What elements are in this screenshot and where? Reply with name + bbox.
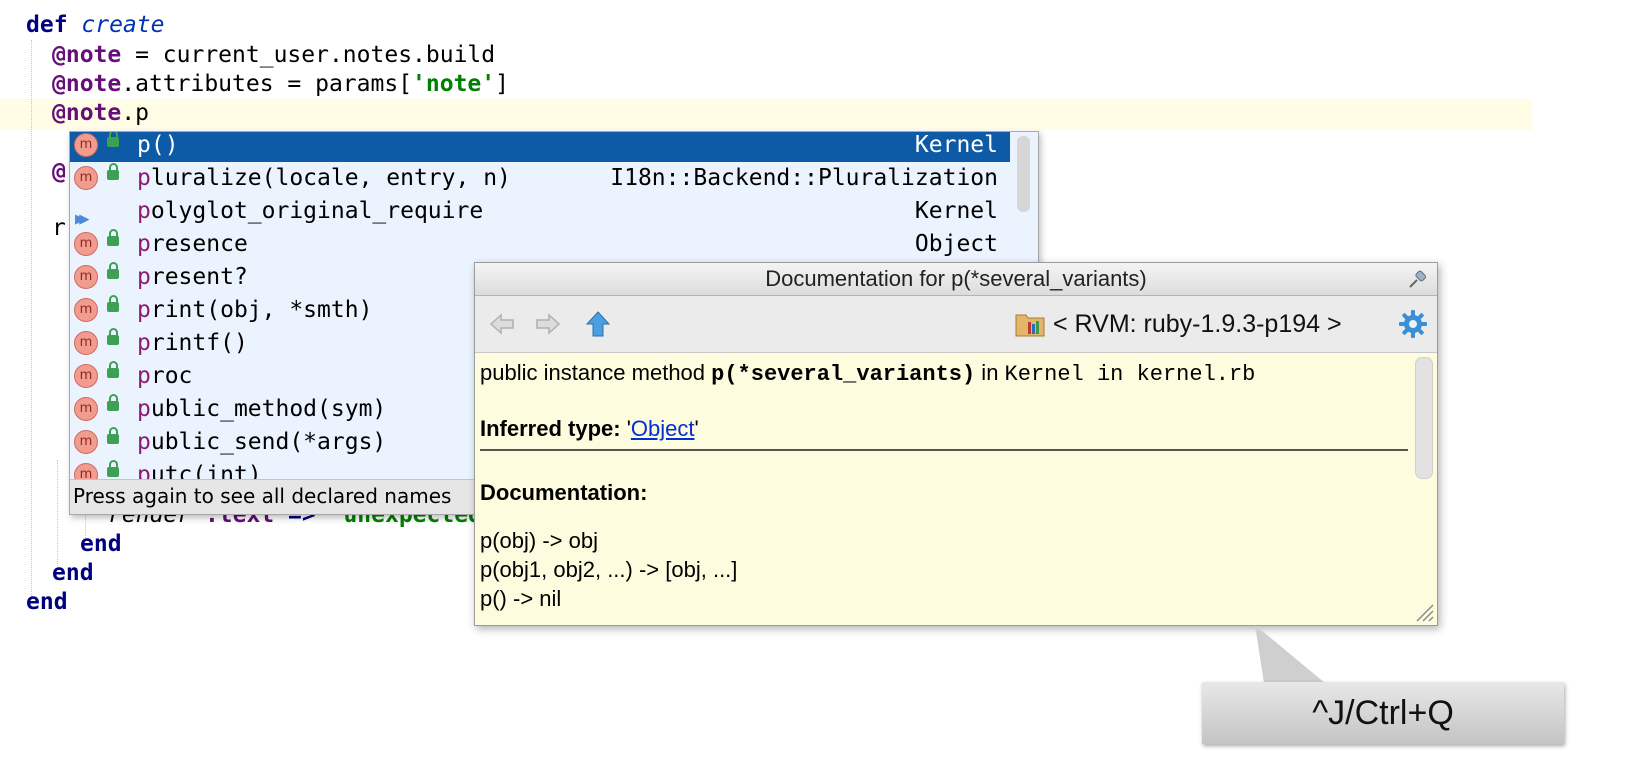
code-token: @note: [52, 71, 122, 97]
quote-open: ': [620, 416, 631, 441]
completion-hint: Press again to see all declared names: [73, 484, 452, 508]
code-token: @note: [52, 42, 122, 68]
doc-line: p() -> nil: [480, 586, 562, 611]
code-line: @note = current_user.notes.build: [52, 40, 495, 70]
public-lock-icon: [107, 361, 119, 378]
completion-item-name: public_method(sym): [137, 396, 387, 422]
method-icon: m: [74, 331, 98, 355]
doc-divider: [480, 449, 1408, 451]
method-icon: m: [74, 232, 98, 256]
public-lock-icon: [107, 163, 119, 180]
completion-item-name: pluralize(locale, entry, n): [137, 165, 511, 191]
method-icon: m: [74, 298, 98, 322]
code-line: end: [80, 529, 122, 559]
completion-item-type: Kernel: [914, 132, 998, 158]
shortcut-label: ^J/Ctrl+Q: [1312, 694, 1454, 732]
method-icon: m: [74, 364, 98, 388]
doc-content: public instance method p(*several_varian…: [475, 353, 1413, 625]
method-icon: m: [74, 166, 98, 190]
public-lock-icon: [107, 328, 119, 345]
completion-item[interactable]: m pluralize(locale, entry, n) I18n::Backen…: [70, 161, 1010, 195]
completion-scrollbar[interactable]: [1017, 136, 1030, 212]
documentation-popup[interactable]: Documentation for p(*several_variants) <…: [474, 262, 1438, 626]
code-token: ]: [495, 71, 509, 97]
completion-item-name: p(): [137, 132, 179, 158]
completion-item-type: I18n::Backend::Pluralization: [610, 165, 998, 191]
completion-item[interactable]: ▶▶ polyglot_original_require Kernel: [70, 194, 1010, 229]
code-token: r: [52, 215, 66, 241]
indent-guide: [57, 460, 58, 570]
completion-item-name: proc: [137, 363, 193, 389]
completion-item-type: Object: [914, 231, 998, 257]
public-lock-icon: [107, 262, 119, 279]
doc-scrollbar[interactable]: [1415, 357, 1433, 479]
code-token: end: [52, 560, 94, 586]
completion-item-name: public_send(*args): [137, 429, 387, 455]
completion-item-name: present?: [137, 264, 248, 290]
code-line: @note.attributes = params['note']: [52, 69, 509, 99]
code-token: create: [81, 12, 165, 38]
public-lock-icon: [107, 427, 119, 444]
code-token: def: [26, 12, 82, 38]
sdk-label[interactable]: < RVM: ruby-1.9.3-p194 >: [1053, 308, 1342, 340]
completion-item[interactable]: m presence Object: [70, 227, 1010, 261]
doc-signature: public instance method p(*several_varian…: [480, 359, 1255, 389]
inferred-type-link[interactable]: Object: [631, 416, 695, 441]
indent-guide: [31, 40, 32, 600]
code-line: r: [52, 213, 66, 243]
doc-heading: Documentation:: [480, 480, 648, 505]
method-icon: m: [74, 265, 98, 289]
public-lock-icon: [107, 394, 119, 411]
completion-item-type: Kernel: [914, 198, 998, 224]
public-lock-icon: [107, 229, 119, 246]
doc-toolbar: < RVM: ruby-1.9.3-p194 >: [475, 296, 1437, 353]
completion-item-name: print(obj, *smth): [137, 297, 373, 323]
code-token: = current_user.notes.build: [121, 42, 496, 68]
forward-arrow-icon[interactable]: [533, 309, 563, 339]
signature-prefix: public instance method: [480, 360, 712, 385]
code-token: @: [52, 159, 66, 185]
gear-icon[interactable]: [1397, 308, 1429, 340]
resize-grip-icon[interactable]: [1413, 601, 1435, 623]
public-lock-icon: [107, 295, 119, 312]
quote-close: ': [694, 416, 699, 441]
code-token: 'note': [412, 71, 496, 97]
code-line: @note.p: [52, 98, 149, 128]
code-line: end: [52, 558, 94, 588]
completion-item-name: presence: [137, 231, 248, 257]
method-icon: m: [74, 133, 98, 157]
method-icon: m: [74, 397, 98, 421]
code-line: @: [52, 157, 66, 187]
code-token: .attributes = params[: [121, 71, 413, 97]
doc-title: Documentation for p(*several_variants): [765, 266, 1147, 291]
back-arrow-icon[interactable]: [487, 309, 517, 339]
callout-pointer: [1255, 625, 1325, 683]
method-icon: m: [74, 430, 98, 454]
signature-location: Kernel in kernel.rb: [1004, 362, 1256, 387]
code-line: end: [26, 587, 68, 617]
pin-icon[interactable]: [1407, 268, 1429, 290]
inferred-type-label: Inferred type:: [480, 416, 621, 441]
code-token: .p: [121, 100, 149, 126]
up-arrow-icon[interactable]: [583, 309, 613, 339]
completion-item[interactable]: m p() Kernel: [70, 132, 1010, 162]
completion-item-name: printf(): [137, 330, 248, 356]
inferred-type-line: Inferred type: 'Object': [480, 415, 699, 443]
library-folder-icon: [1015, 314, 1045, 337]
signature-in: in: [975, 360, 1005, 385]
completion-item-name: polyglot_original_require: [137, 198, 484, 224]
doc-line: p(obj1, obj2, ...) -> [obj, ...]: [480, 557, 738, 582]
signature-name: p(*several_variants): [711, 362, 976, 387]
code-token: end: [80, 531, 122, 557]
public-lock-icon: [107, 460, 119, 477]
doc-line: p(obj) -> obj: [480, 528, 599, 553]
caret-line-highlight: [0, 99, 1532, 130]
doc-title-bar[interactable]: Documentation for p(*several_variants): [475, 263, 1437, 296]
code-line: def create: [26, 10, 164, 40]
code-token: end: [26, 589, 68, 615]
shortcut-callout: ^J/Ctrl+Q: [1202, 682, 1564, 744]
code-token: @note: [52, 100, 122, 126]
public-lock-icon: [107, 132, 119, 147]
